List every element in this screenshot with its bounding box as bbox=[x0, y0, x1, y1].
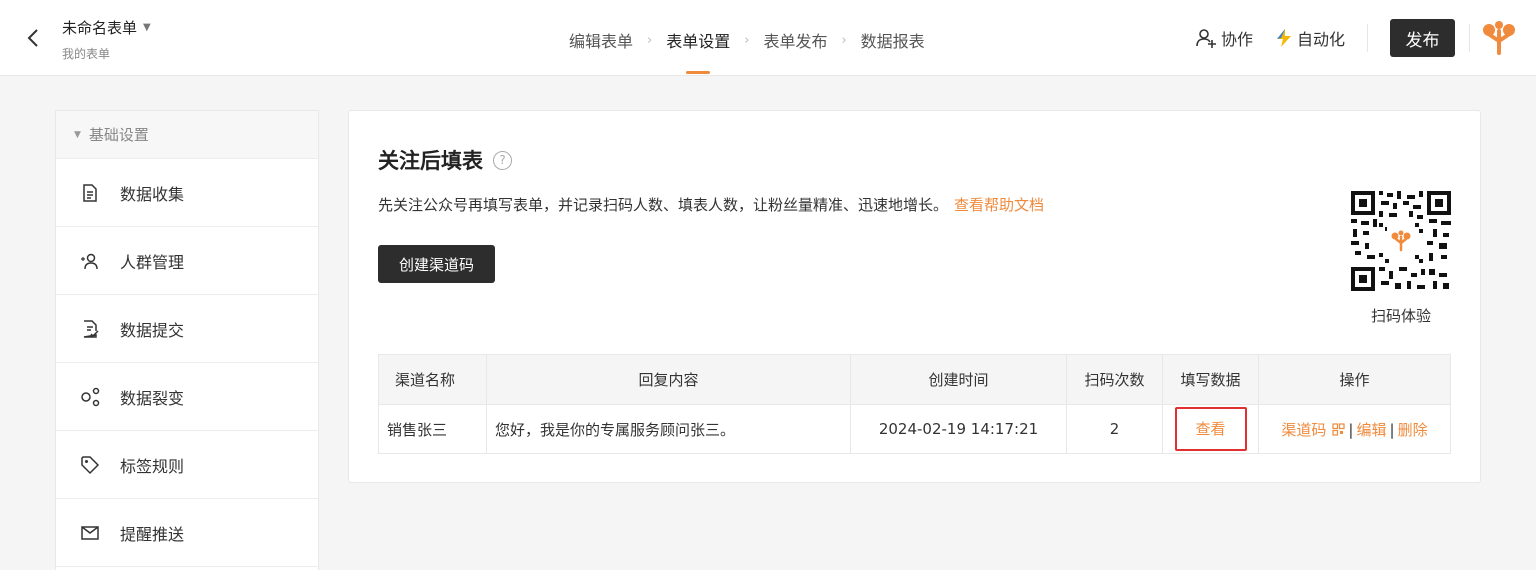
sidebar-item-crowd-management[interactable]: 人群管理 bbox=[56, 227, 318, 295]
caret-down-icon: ▼ bbox=[143, 22, 151, 33]
chevron-right-icon: › bbox=[744, 32, 750, 48]
header-divider bbox=[1469, 24, 1470, 52]
channel-code-link[interactable]: 渠道码 bbox=[1281, 420, 1346, 439]
form-subtitle: 我的表单 bbox=[62, 47, 111, 61]
column-header: 操作 bbox=[1258, 354, 1451, 405]
op-separator: | bbox=[1348, 420, 1354, 439]
card-description: 先关注公众号再填写表单，并记录扫码人数、填表人数，让粉丝量精准、迅速地增长。 查看… bbox=[378, 194, 1044, 215]
reply-content-cell: 您好，我是你的专属服务顾问张三。 bbox=[486, 404, 851, 454]
add-user-icon bbox=[1196, 29, 1216, 48]
page-title: 关注后填表 bbox=[378, 149, 483, 173]
people-icon bbox=[81, 253, 98, 269]
chevron-right-icon: › bbox=[647, 32, 653, 48]
tab-edit-form[interactable]: 编辑表单 bbox=[569, 28, 633, 52]
automation-button[interactable]: 自动化 bbox=[1275, 26, 1345, 50]
column-header: 渠道名称 bbox=[378, 354, 487, 405]
document-icon bbox=[83, 183, 97, 202]
back-arrow-icon[interactable] bbox=[22, 26, 46, 50]
scan-count-cell: 2 bbox=[1066, 404, 1163, 454]
collaborate-button[interactable]: 协作 bbox=[1195, 26, 1253, 50]
share-nodes-icon bbox=[81, 387, 100, 406]
sidebar-item-label: 数据裂变 bbox=[120, 388, 185, 408]
follow-then-fill-card: 关注后填表 ? 先关注公众号再填写表单，并记录扫码人数、填表人数，让粉丝量精准、… bbox=[348, 110, 1481, 483]
tab-form-settings[interactable]: 表单设置 bbox=[666, 28, 730, 74]
sidebar-item-data-submit[interactable]: 数据提交 bbox=[56, 295, 318, 363]
channel-code-label: 渠道码 bbox=[1281, 420, 1327, 439]
sidebar-item-label: 标签规则 bbox=[120, 456, 185, 476]
fill-data-cell: 查看 bbox=[1162, 404, 1259, 454]
column-header: 创建时间 bbox=[850, 354, 1067, 405]
column-header: 扫码次数 bbox=[1066, 354, 1163, 405]
help-doc-link[interactable]: 查看帮助文档 bbox=[954, 196, 1044, 214]
submit-icon bbox=[83, 319, 99, 338]
column-header: 填写数据 bbox=[1162, 354, 1259, 405]
sidebar-item-tag-rules[interactable]: 标签规则 bbox=[56, 431, 318, 499]
sidebar-item-data-fission[interactable]: 数据裂变 bbox=[56, 363, 318, 431]
sidebar-group-basic[interactable]: ▼ 基础设置 bbox=[56, 111, 318, 159]
qr-code-icon bbox=[1349, 189, 1453, 293]
triangle-down-icon: ▼ bbox=[74, 129, 81, 140]
channel-name-cell: 销售张三 bbox=[378, 404, 487, 454]
form-title: 未命名表单 bbox=[62, 19, 138, 37]
tab-form-publish[interactable]: 表单发布 bbox=[763, 28, 827, 52]
header-divider bbox=[1367, 24, 1368, 52]
view-data-link[interactable]: 查看 bbox=[1174, 407, 1247, 451]
tag-icon bbox=[81, 455, 100, 474]
sidebar-item-reminder-push[interactable]: 提醒推送 bbox=[56, 499, 318, 567]
brand-logo-icon[interactable] bbox=[1480, 19, 1518, 57]
tab-data-report[interactable]: 数据报表 bbox=[861, 28, 925, 52]
qr-experience: 扫码体验 bbox=[1349, 189, 1453, 326]
header-actions: 协作 自动化 发布 bbox=[1195, 0, 1536, 76]
chevron-right-icon: › bbox=[841, 32, 847, 48]
settings-sidebar: ▼ 基础设置 数据收集 人群管理 数据提交 数据裂变 标签规则 提醒推送 bbox=[55, 110, 319, 570]
top-header: 未命名表单 ▼ 我的表单 编辑表单 › 表单设置 › 表单发布 › 数据报表 协… bbox=[0, 0, 1536, 76]
delete-link[interactable]: 删除 bbox=[1398, 421, 1428, 439]
sidebar-item-label: 人群管理 bbox=[120, 252, 185, 272]
edit-link[interactable]: 编辑 bbox=[1356, 421, 1386, 439]
table-row: 销售张三 您好，我是你的专属服务顾问张三。 2024-02-19 14:17:2… bbox=[378, 404, 1451, 454]
create-channel-code-button[interactable]: 创建渠道码 bbox=[378, 245, 495, 283]
description-text: 先关注公众号再填写表单，并记录扫码人数、填表人数，让粉丝量精准、迅速地增长。 bbox=[378, 196, 949, 214]
qr-label: 扫码体验 bbox=[1370, 307, 1431, 325]
op-separator: | bbox=[1389, 420, 1395, 439]
step-nav: 编辑表单 › 表单设置 › 表单发布 › 数据报表 bbox=[569, 28, 925, 74]
card-title-row: 关注后填表 ? bbox=[378, 145, 512, 175]
qr-code-icon bbox=[1332, 422, 1346, 436]
publish-button[interactable]: 发布 bbox=[1390, 19, 1455, 57]
mail-icon bbox=[81, 525, 99, 540]
automation-label: 自动化 bbox=[1296, 30, 1345, 49]
sidebar-group-label: 基础设置 bbox=[88, 126, 149, 144]
operations-cell: 渠道码 | 编辑 | 删除 bbox=[1258, 404, 1451, 454]
lightning-icon bbox=[1276, 29, 1291, 47]
form-title-dropdown[interactable]: 未命名表单 ▼ bbox=[62, 17, 151, 38]
sidebar-item-label: 数据提交 bbox=[120, 320, 185, 340]
table-header-row: 渠道名称 回复内容 创建时间 扫码次数 填写数据 操作 bbox=[378, 354, 1451, 405]
column-header: 回复内容 bbox=[486, 354, 851, 405]
created-time-cell: 2024-02-19 14:17:21 bbox=[850, 404, 1067, 454]
collaborate-label: 协作 bbox=[1220, 30, 1253, 49]
question-mark-icon[interactable]: ? bbox=[493, 150, 512, 170]
sidebar-item-data-collection[interactable]: 数据收集 bbox=[56, 159, 318, 227]
sidebar-item-label: 数据收集 bbox=[120, 184, 185, 204]
channel-table: 渠道名称 回复内容 创建时间 扫码次数 填写数据 操作 销售张三 您好，我是你的… bbox=[378, 354, 1451, 454]
sidebar-item-label: 提醒推送 bbox=[120, 524, 185, 544]
